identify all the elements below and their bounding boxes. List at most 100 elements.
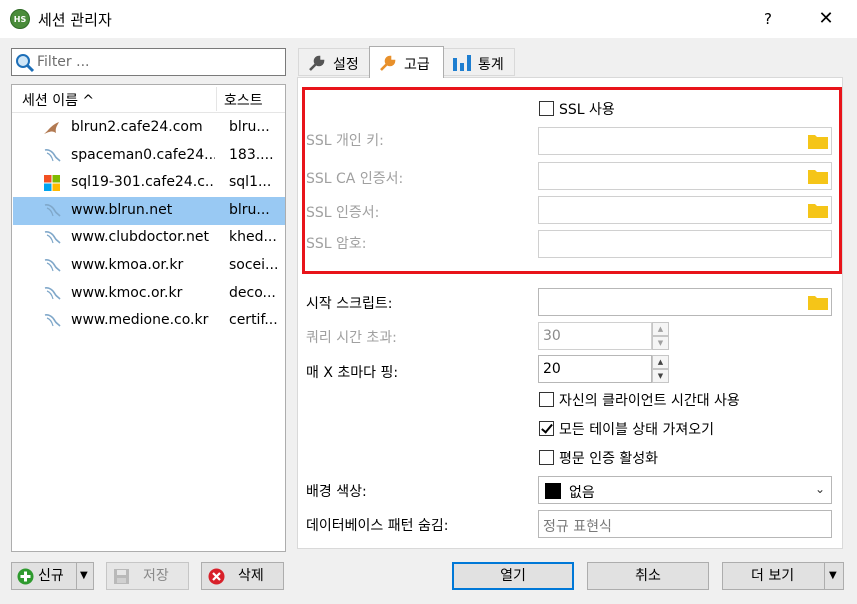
spin-down-arrow-icon[interactable]: ▼ [652, 369, 669, 383]
session-row[interactable]: www.medione.co.kr certif... [13, 307, 285, 335]
filter-input[interactable] [37, 52, 277, 72]
tab-statistics-label: 통계 [478, 57, 504, 73]
app-icon: HS [10, 9, 30, 29]
session-host: blru... [229, 119, 270, 135]
session-host: certif... [229, 312, 278, 329]
color-swatch [545, 483, 561, 499]
query-timeout-value: 30 [543, 328, 561, 344]
save-button[interactable]: 저장 [106, 562, 189, 590]
dropdown-arrow-icon[interactable]: ▼ [829, 563, 837, 589]
use-ssl-label[interactable]: SSL 사용 [559, 99, 615, 119]
session-row[interactable]: www.kmoc.or.kr deco... [13, 280, 285, 308]
split-divider [76, 563, 77, 589]
new-session-label: 신규 [38, 568, 64, 584]
ssl-cert-field[interactable] [538, 196, 832, 224]
ping-interval-spinner[interactable]: ▲ ▼ [652, 355, 669, 383]
mysql-icon [43, 285, 61, 303]
chevron-down-icon: ⌄ [814, 482, 825, 496]
search-icon [16, 54, 35, 73]
delete-button[interactable]: 삭제 [201, 562, 284, 590]
tab-settings[interactable]: 설정 [298, 48, 370, 76]
session-row[interactable]: www.clubdoctor.net khed... [13, 224, 285, 252]
column-header-host[interactable]: 호스트 [224, 90, 263, 110]
ping-interval-field[interactable]: 20 [538, 355, 652, 383]
query-timeout-field[interactable]: 30 [538, 322, 652, 350]
cleartext-auth-label[interactable]: 평문 인증 활성화 [559, 448, 658, 468]
startup-script-field[interactable] [538, 288, 832, 316]
dropdown-arrow-icon[interactable]: ▼ [80, 563, 88, 589]
session-row[interactable]: www.blrun.net blru... [13, 196, 285, 225]
full-table-status-checkbox[interactable] [539, 421, 554, 436]
wrench-orange-icon [380, 55, 396, 71]
ssl-ca-cert-field[interactable] [538, 162, 832, 190]
folder-icon[interactable] [808, 202, 828, 218]
folder-icon[interactable] [808, 133, 828, 149]
ping-interval-value: 20 [543, 361, 561, 377]
open-button[interactable]: 열기 [452, 562, 574, 590]
ssl-private-key-label: SSL 개인 키: [306, 133, 384, 149]
spin-up-arrow-icon[interactable]: ▲ [652, 355, 669, 369]
query-timeout-label: 쿼리 시간 초과: [306, 330, 397, 346]
ssl-private-key-field[interactable] [538, 127, 832, 155]
startup-script-label: 시작 스크립트: [306, 296, 393, 312]
mssql-windows-icon [43, 174, 61, 192]
session-name: www.medione.co.kr [71, 312, 209, 329]
session-name: www.kmoa.or.kr [71, 257, 184, 273]
folder-icon[interactable] [808, 168, 828, 184]
tab-advanced[interactable]: 고급 [369, 46, 444, 78]
session-host: socei... [229, 257, 279, 273]
spin-down-arrow-icon[interactable]: ▼ [652, 336, 669, 350]
bar-chart-icon [453, 55, 471, 71]
close-button[interactable]: ✕ [810, 6, 842, 32]
hide-db-pattern-placeholder: 정규 표현식 [543, 519, 612, 535]
wrench-icon [309, 55, 325, 71]
list-header: 세션 이름 ^ 호스트 [12, 85, 285, 113]
session-name: blrun2.cafe24.com [71, 119, 203, 135]
use-ssl-checkbox[interactable] [539, 101, 554, 116]
save-label: 저장 [143, 568, 169, 584]
session-name: www.kmoc.or.kr [71, 284, 183, 301]
folder-icon[interactable] [808, 294, 828, 310]
tab-settings-label: 설정 [333, 57, 359, 73]
mysql-icon [43, 147, 61, 165]
filter-box[interactable] [11, 48, 286, 76]
ssl-ca-cert-label: SSL CA 인증서: [306, 171, 404, 187]
spin-up-arrow-icon[interactable]: ▲ [652, 322, 669, 336]
ssl-cipher-label: SSL 암호: [306, 236, 367, 252]
mysql-icon [43, 312, 61, 330]
hide-db-pattern-field[interactable]: 정규 표현식 [538, 510, 832, 538]
session-row[interactable]: sql19-301.cafe24.c... sql1... [13, 169, 285, 197]
mysql-icon [43, 229, 61, 247]
tab-advanced-label: 고급 [404, 57, 430, 73]
background-color-label: 배경 색상: [306, 484, 367, 500]
new-session-button[interactable]: 신규 ▼ [11, 562, 94, 590]
cancel-button[interactable]: 취소 [587, 562, 709, 590]
tab-statistics[interactable]: 통계 [443, 48, 515, 76]
delete-icon [208, 568, 225, 585]
session-name: sql19-301.cafe24.c... [71, 174, 215, 191]
column-separator[interactable] [216, 87, 217, 111]
session-host: deco... [229, 284, 276, 301]
session-name: www.clubdoctor.net [71, 229, 209, 246]
full-table-status-label[interactable]: 모든 테이블 상태 가져오기 [559, 419, 714, 439]
ssl-cipher-field[interactable] [538, 230, 832, 258]
title-bar: HS 세션 관리자 ? ✕ [0, 0, 857, 38]
session-row[interactable]: www.kmoa.or.kr socei... [13, 252, 285, 280]
session-row[interactable]: spaceman0.cafe24.... 183.... [13, 142, 285, 170]
background-color-value: 없음 [569, 485, 595, 501]
save-icon [114, 569, 129, 584]
session-list[interactable]: 세션 이름 ^ 호스트 blrun2.cafe24.com blru... spac… [11, 84, 286, 552]
client-timezone-checkbox[interactable] [539, 392, 554, 407]
help-button[interactable]: ? [754, 6, 782, 32]
column-header-session-name[interactable]: 세션 이름 ^ [22, 90, 94, 110]
plus-icon [17, 568, 34, 585]
session-row[interactable]: blrun2.cafe24.com blru... [13, 114, 285, 142]
cleartext-auth-checkbox[interactable] [539, 450, 554, 465]
session-name: spaceman0.cafe24.... [71, 146, 215, 163]
query-timeout-spinner[interactable]: ▲ ▼ [652, 322, 669, 350]
more-button[interactable]: 더 보기 ▼ [722, 562, 844, 590]
mariadb-icon [43, 119, 61, 137]
split-divider [824, 563, 825, 589]
background-color-select[interactable]: 없음 ⌄ [538, 476, 832, 504]
client-timezone-label[interactable]: 자신의 클라이언트 시간대 사용 [559, 390, 740, 410]
